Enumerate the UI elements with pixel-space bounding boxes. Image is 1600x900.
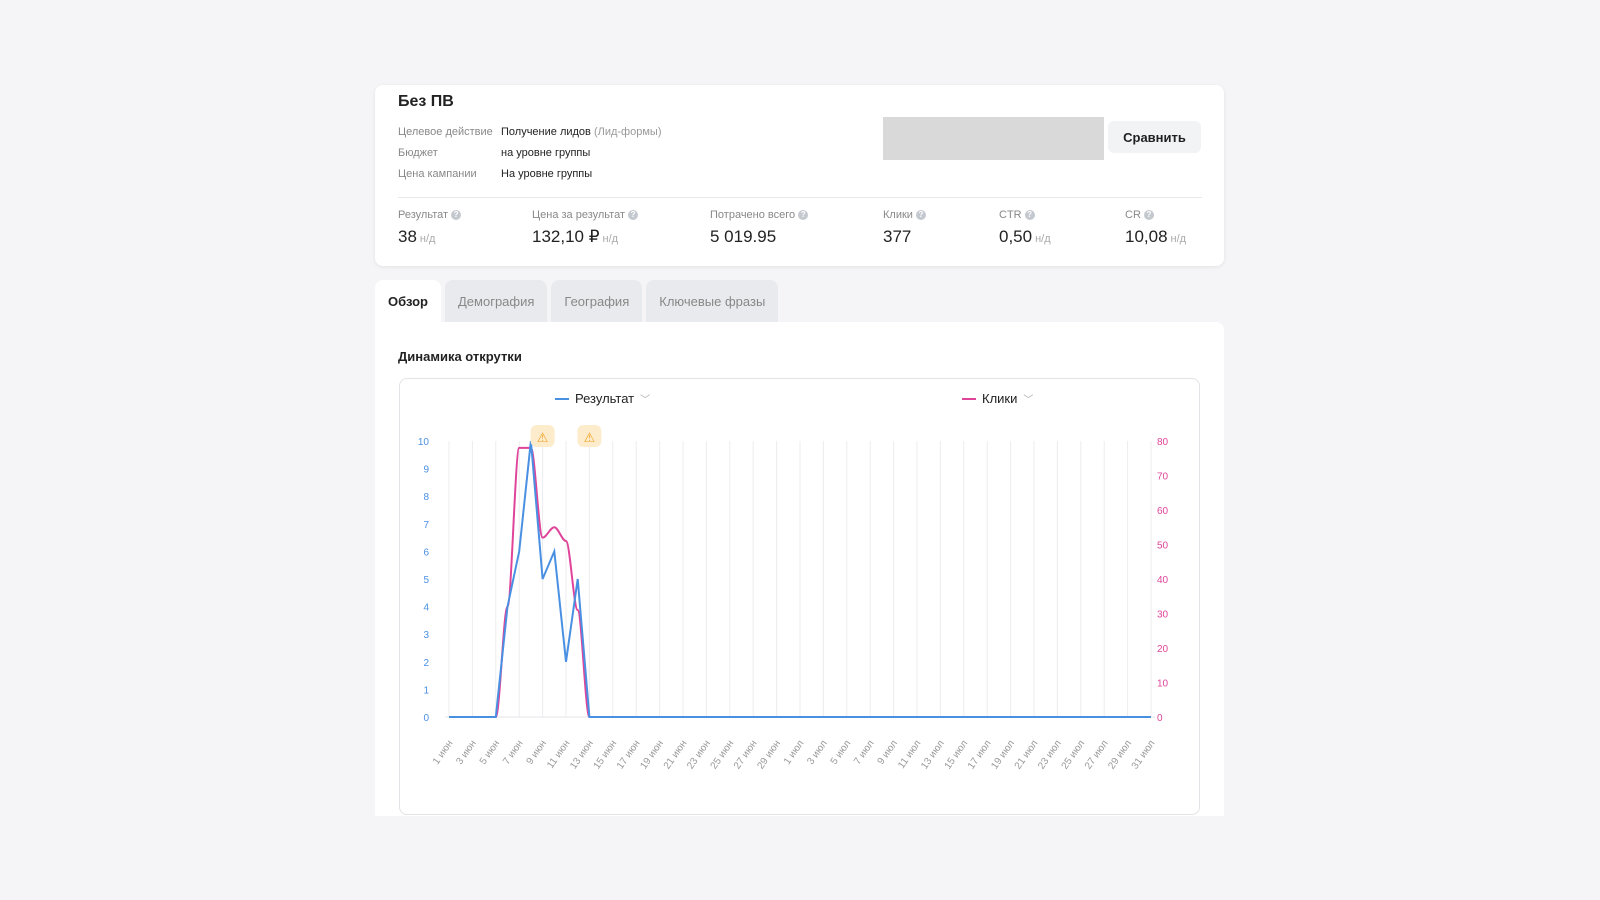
param-key: Бюджет	[398, 147, 438, 159]
stat-suffix: н/д	[602, 233, 619, 245]
param-key: Цена кампании	[398, 168, 477, 180]
tabs: Обзор Демография География Ключевые фразы	[375, 280, 779, 322]
left-tick-label: 0	[423, 713, 429, 724]
stat-value: 0,50	[999, 227, 1033, 246]
x-tick-label: 5 июл	[829, 738, 854, 767]
stat-label: CR	[1125, 209, 1141, 221]
stat-2: Потрачено всего? 5 019.95	[710, 209, 809, 247]
stat-1: Цена за результат? 132,10 ₽ н/д	[532, 209, 639, 247]
stat-5: CR? 10,08 н/д	[1125, 209, 1186, 247]
divider	[398, 197, 1202, 198]
tab-3[interactable]: Ключевые фразы	[646, 280, 779, 322]
campaign-summary-card: Без ПВ Целевое действие Получение лидов (…	[375, 85, 1224, 266]
x-tick-label: 3 июл	[805, 738, 830, 767]
right-tick-label: 20	[1157, 644, 1169, 655]
x-tick-label: 17 июн	[615, 738, 643, 771]
stat-label: Цена за результат	[532, 209, 626, 221]
right-tick-label: 70	[1157, 472, 1169, 483]
help-icon[interactable]: ?	[915, 210, 926, 220]
left-tick-label: 4	[423, 603, 429, 614]
param-row: Бюджет на уровне группы	[398, 147, 593, 159]
right-tick-label: 50	[1157, 541, 1169, 552]
stat-value: 377	[883, 227, 912, 246]
param-value: На уровне группы	[501, 168, 593, 180]
help-icon[interactable]: ?	[628, 210, 639, 220]
stat-label: Результат	[398, 209, 449, 221]
param-row: Целевое действие Получение лидов (Лид-фор…	[398, 126, 661, 138]
right-tick-label: 60	[1157, 506, 1169, 517]
help-icon[interactable]: ?	[451, 210, 462, 220]
x-tick-label: 1 июн	[431, 738, 455, 766]
stat-suffix: н/д	[419, 233, 436, 245]
param-note: (Лид-формы)	[593, 126, 662, 138]
left-tick-label: 2	[423, 658, 429, 669]
stat-0: Результат? 38 н/д	[398, 209, 462, 247]
left-tick-label: 1	[423, 685, 429, 696]
x-tick-label: 25 июн	[709, 738, 737, 771]
x-tick-label: 27 июн	[732, 738, 760, 771]
left-tick-label: 3	[423, 630, 429, 641]
tab-1[interactable]: Демография	[445, 280, 548, 322]
x-tick-label: 31 июл	[1130, 738, 1158, 771]
section-title: Динамика открутки	[398, 349, 522, 364]
param-value: на уровне группы	[501, 147, 591, 159]
param-key: Целевое действие	[398, 126, 493, 138]
delivery-chart: Результат ﹀ Клики ﹀ 1 июн 3 июн 5 июн 7 июн 9 …	[399, 378, 1200, 815]
warning-icon: ⚠	[537, 430, 549, 445]
stat-value: 132,10 ₽	[532, 227, 600, 246]
tab-0[interactable]: Обзор	[375, 280, 441, 322]
x-tick-label: 21 июн	[662, 738, 690, 771]
x-tick-label: 29 июн	[755, 738, 783, 771]
x-tick-label: 1 июл	[782, 738, 807, 767]
left-tick-label: 7	[423, 520, 429, 531]
help-icon[interactable]: ?	[1143, 210, 1154, 220]
right-tick-label: 0	[1157, 713, 1163, 724]
compare-button[interactable]: Сравнить	[1108, 121, 1201, 153]
right-tick-label: 80	[1157, 437, 1169, 448]
tab-2[interactable]: География	[551, 280, 643, 322]
stat-suffix: н/д	[1170, 233, 1187, 245]
chart-plot: 1 июн3 июн5 июн7 июн9 июн11 июн13 июн15 …	[418, 425, 1169, 771]
overview-panel: Динамика открутки Результат ﹀ Клики ﹀ 1 ию…	[375, 322, 1224, 816]
x-tick-label: 13 июн	[568, 738, 596, 771]
x-tick-label: 7 июн	[501, 738, 525, 766]
help-icon[interactable]: ?	[798, 210, 809, 220]
right-tick-label: 30	[1157, 610, 1169, 621]
left-tick-label: 9	[423, 465, 429, 476]
x-tick-label: 5 июн	[478, 738, 502, 766]
campaign-title: Без ПВ	[398, 93, 454, 110]
left-tick-label: 8	[423, 492, 429, 503]
stat-3: Клики? 377	[883, 209, 926, 247]
left-tick-label: 5	[423, 575, 429, 586]
x-tick-label: 15 июн	[592, 738, 620, 771]
param-row: Цена кампании На уровне группы	[398, 168, 595, 180]
left-tick-label: 10	[418, 437, 430, 448]
stat-value: 10,08	[1125, 227, 1168, 246]
stat-value: 38	[398, 227, 417, 246]
x-tick-label: 23 июн	[685, 738, 713, 771]
redacted-area	[883, 117, 1104, 160]
stat-4: CTR? 0,50 н/д	[999, 209, 1051, 247]
right-tick-label: 40	[1157, 575, 1169, 586]
stat-value: 5 019.95	[710, 227, 777, 246]
help-icon[interactable]: ?	[1024, 210, 1035, 220]
param-value: Получение лидов	[501, 126, 591, 138]
left-tick-label: 6	[423, 547, 429, 558]
x-tick-label: 3 июн	[454, 738, 478, 766]
stat-label: Клики	[883, 209, 913, 221]
x-tick-label: 7 июл	[852, 738, 877, 767]
stat-label: Потрачено всего	[710, 209, 796, 221]
x-tick-label: 19 июн	[638, 738, 666, 771]
stat-label: CTR	[999, 209, 1022, 221]
stat-suffix: н/д	[1035, 233, 1051, 245]
warning-icon: ⚠	[584, 430, 596, 445]
right-tick-label: 10	[1157, 679, 1169, 690]
